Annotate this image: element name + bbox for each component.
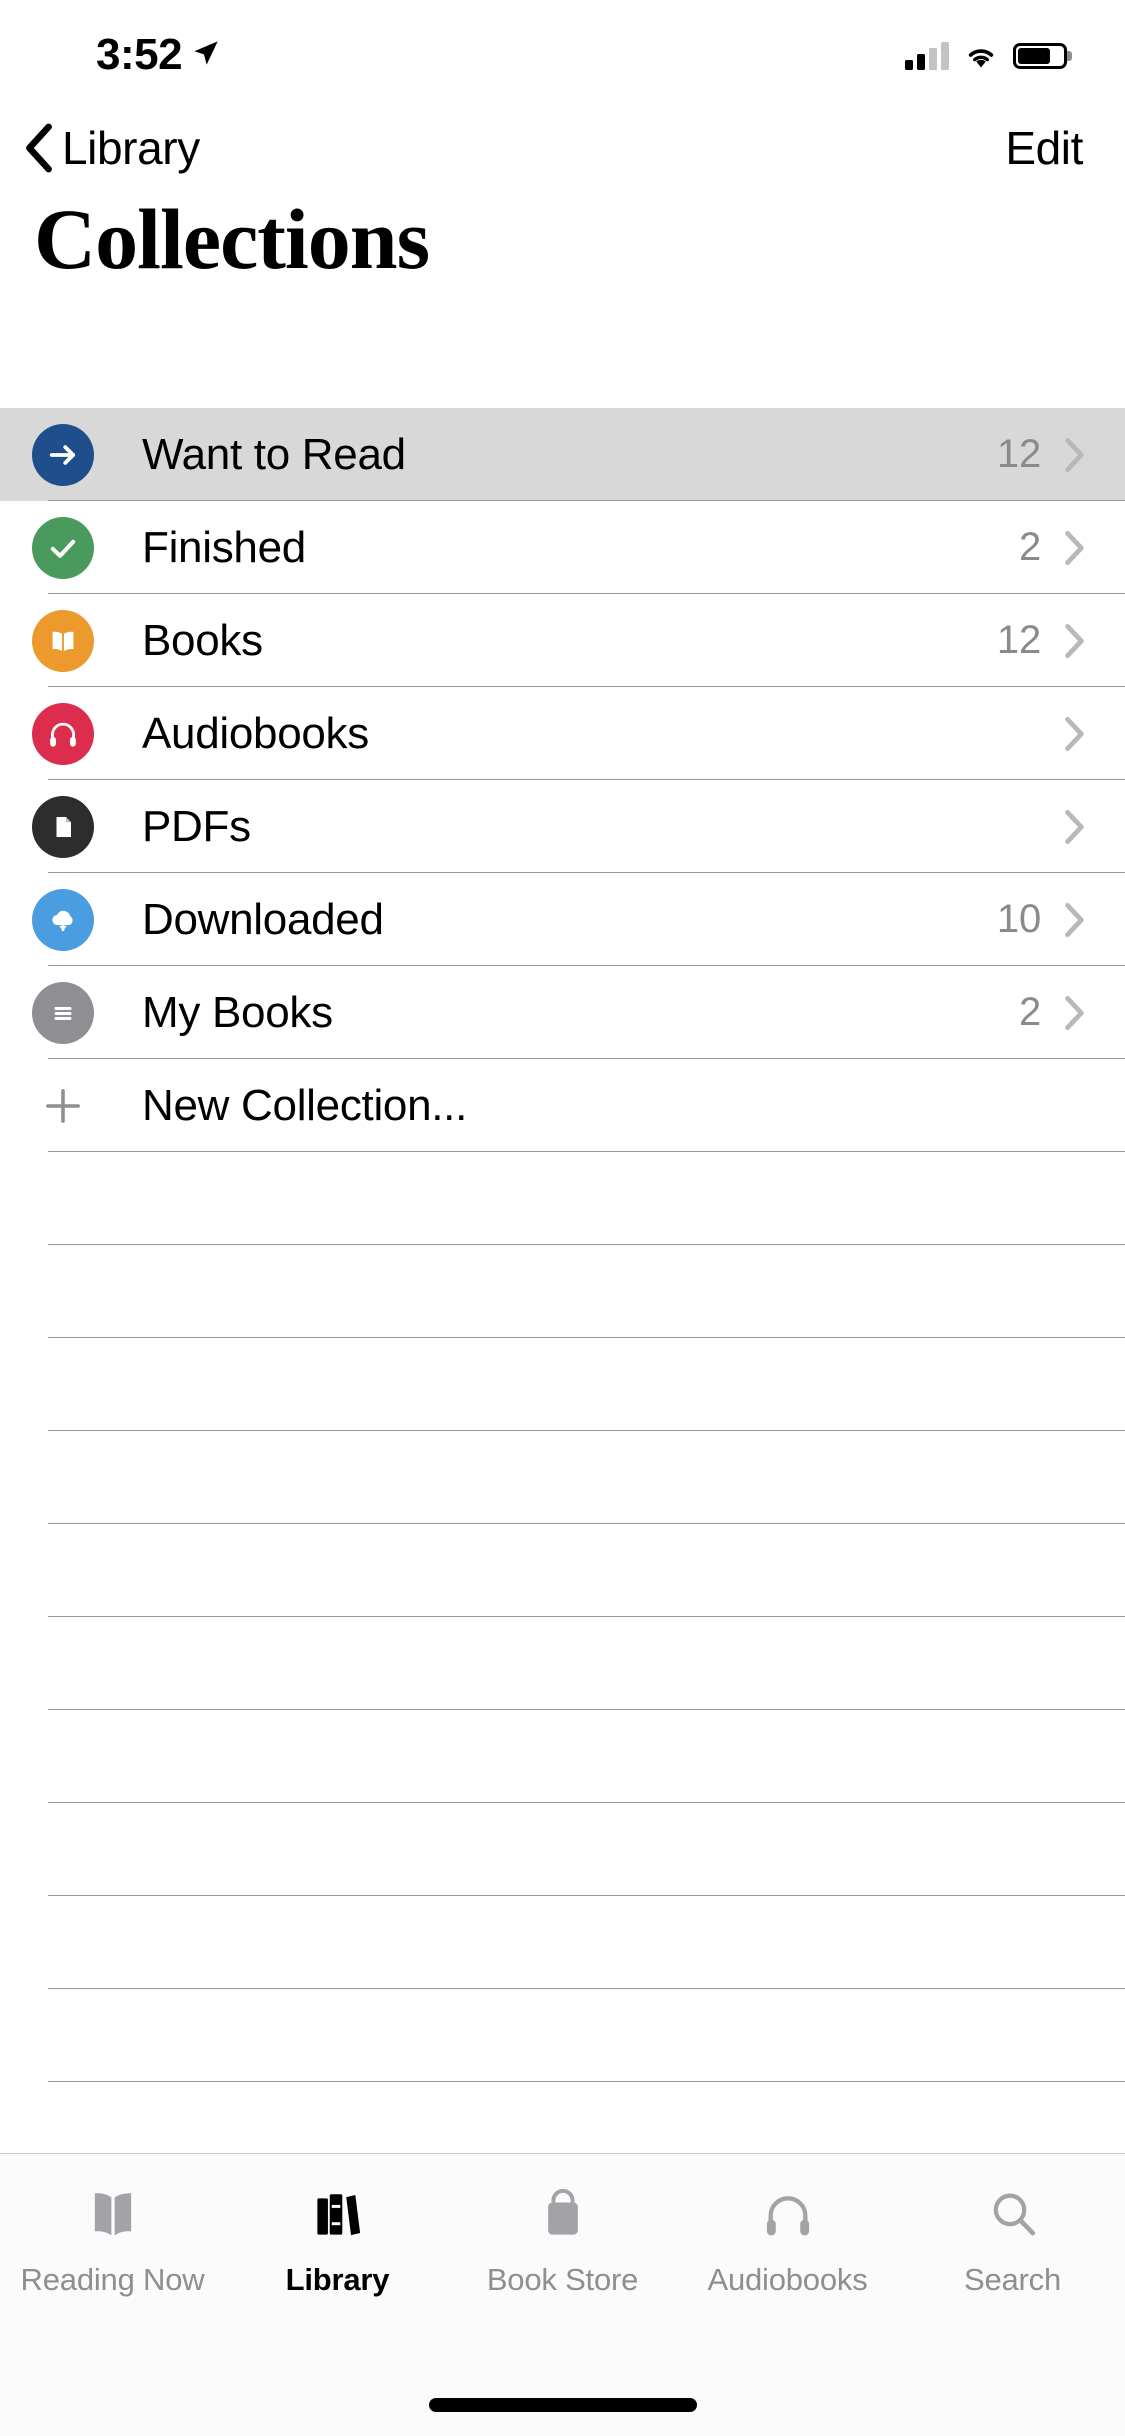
tab-label: Book Store [486, 2262, 639, 2297]
list-lines-icon [32, 981, 94, 1044]
collection-row[interactable]: Want to Read 12 [0, 408, 1125, 501]
document-icon [32, 795, 94, 858]
edit-button[interactable]: Edit [1005, 121, 1083, 175]
collection-row-count: 2 [1018, 990, 1041, 1034]
row-separator [48, 2081, 1125, 2082]
page-title-text: Collections [34, 191, 430, 287]
open-book-icon [32, 609, 94, 672]
collection-row-count: 2 [1018, 525, 1041, 569]
empty-row [0, 1245, 1125, 1338]
arrow-right-icon [32, 423, 94, 486]
empty-row [0, 1338, 1125, 1431]
collection-row-label: Audiobooks [142, 708, 369, 758]
headphones-tab-icon [755, 2176, 821, 2252]
collection-row-label: Downloaded [142, 894, 384, 944]
collection-row[interactable]: Downloaded 10 [0, 873, 1125, 966]
collection-row-label: My Books [142, 987, 333, 1037]
checkmark-icon [32, 516, 94, 579]
empty-row [0, 1152, 1125, 1245]
cellular-signal-icon [905, 42, 949, 70]
tab-audiobooks[interactable]: Audiobooks [675, 2176, 900, 2298]
collection-row[interactable]: My Books 2 [0, 966, 1125, 1059]
wifi-icon [968, 49, 994, 68]
chevron-right-icon [1065, 902, 1084, 937]
chevron-right-icon [1065, 623, 1084, 658]
status-bar-left: 3:52 [96, 30, 220, 80]
tab-label: Audiobooks [707, 2262, 868, 2297]
tab-library[interactable]: Library [225, 2176, 450, 2298]
new-collection-row[interactable]: New Collection... [0, 1059, 1125, 1152]
collection-row[interactable]: Audiobooks [0, 687, 1125, 780]
collections-list: Want to Read 12 Finished 2 Books 12 Audiobooks… [0, 408, 1125, 2153]
tab-reading-now[interactable]: Reading Now [0, 2176, 225, 2298]
tab-bar: Reading Now Library Book Store Audiobooks Se… [0, 2153, 1125, 2436]
chevron-right-icon [1065, 995, 1084, 1030]
collection-row-count: 12 [996, 618, 1041, 662]
empty-row [0, 1431, 1125, 1524]
status-bar-right [905, 42, 1067, 70]
empty-row [0, 1524, 1125, 1617]
collection-row-count: 10 [996, 897, 1041, 941]
headphones-icon [32, 702, 94, 765]
collection-row-count: 12 [996, 432, 1041, 476]
back-button-label: Library [62, 122, 200, 174]
new-collection-label: New Collection... [142, 1080, 468, 1130]
tab-label: Search [963, 2262, 1062, 2297]
empty-row [0, 1989, 1125, 2082]
collection-row-label: Books [142, 615, 263, 665]
status-bar-clock: 3:52 [96, 30, 183, 79]
collection-row[interactable]: PDFs [0, 780, 1125, 873]
collection-row[interactable]: Finished 2 [0, 501, 1125, 594]
empty-row [0, 1803, 1125, 1896]
navigation-bar: Library Edit [0, 100, 1125, 196]
tab-list: Reading Now Library Book Store Audiobooks Se… [0, 2154, 1125, 2344]
open-book-tab-icon [80, 2176, 146, 2252]
location-arrow-icon [194, 41, 218, 65]
chevron-right-icon [1065, 530, 1084, 565]
status-bar: 3:52 [0, 0, 1125, 100]
chevron-right-icon [1065, 437, 1084, 472]
cloud-download-icon [32, 888, 94, 951]
tab-book-store[interactable]: Book Store [450, 2176, 675, 2298]
empty-row [0, 1896, 1125, 1989]
plus-icon [32, 1075, 94, 1137]
collection-row-label: Want to Read [142, 429, 406, 479]
home-indicator[interactable] [428, 2398, 697, 2412]
tab-label: Reading Now [20, 2262, 205, 2297]
empty-row [0, 1710, 1125, 1803]
magnifier-tab-icon [980, 2176, 1046, 2252]
battery-icon [1013, 43, 1067, 69]
empty-row [0, 1617, 1125, 1710]
back-button[interactable]: Library [22, 121, 200, 175]
chevron-right-icon [1065, 716, 1084, 751]
collection-row-label: PDFs [142, 801, 251, 851]
chevron-right-icon [1065, 809, 1084, 844]
chevron-left-icon [26, 123, 52, 173]
page-title: Collections [0, 196, 1125, 311]
shopping-bag-tab-icon [530, 2176, 596, 2252]
collection-row[interactable]: Books 12 [0, 594, 1125, 687]
tab-search[interactable]: Search [900, 2176, 1125, 2298]
collection-row-label: Finished [142, 522, 306, 572]
bookshelf-tab-icon [305, 2176, 371, 2252]
tab-label: Library [285, 2262, 390, 2297]
